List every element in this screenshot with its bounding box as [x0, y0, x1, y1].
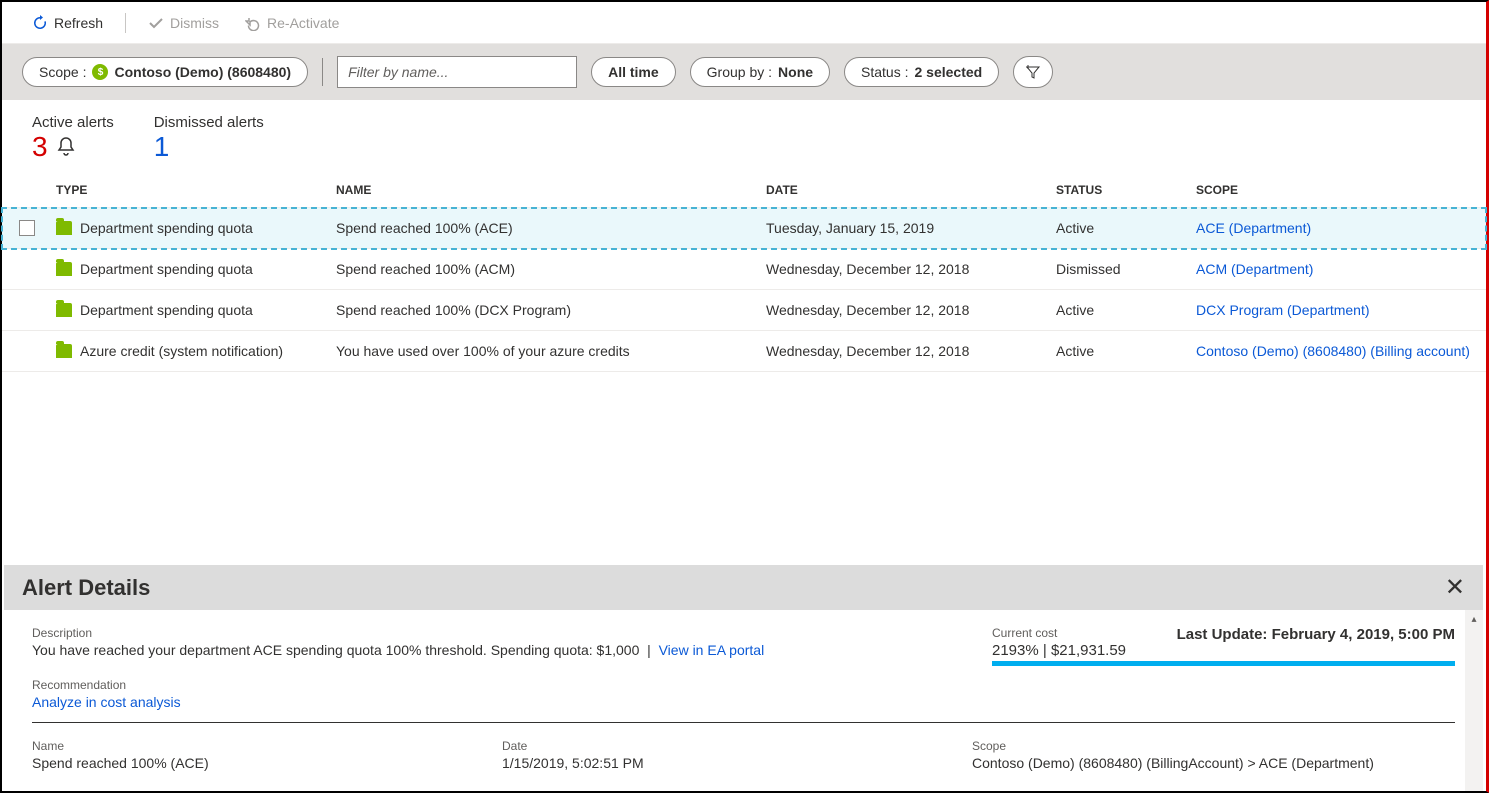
- command-bar: Refresh Dismiss Re-Activate: [2, 2, 1486, 44]
- status-label: Status :: [861, 64, 908, 80]
- refresh-label: Refresh: [54, 15, 103, 31]
- row-name: You have used over 100% of your azure cr…: [332, 343, 762, 359]
- groupby-value: None: [778, 64, 813, 80]
- scope-pill[interactable]: Scope : $ Contoso (Demo) (8608480): [22, 57, 308, 87]
- current-cost-value: 2193% | $21,931.59: [992, 642, 1126, 659]
- current-cost-label: Current cost: [992, 626, 1126, 640]
- description-label: Description: [32, 626, 952, 640]
- row-type: Department spending quota: [80, 220, 253, 236]
- col-scope[interactable]: SCOPE: [1192, 183, 1486, 197]
- row-name: Spend reached 100% (ACE): [332, 220, 762, 236]
- folder-icon: [56, 262, 72, 276]
- dismiss-label: Dismiss: [170, 15, 219, 31]
- row-type: Azure credit (system notification): [80, 343, 283, 359]
- reactivate-label: Re-Activate: [267, 15, 339, 31]
- timerange-pill[interactable]: All time: [591, 57, 676, 87]
- close-icon[interactable]: ✕: [1445, 573, 1465, 602]
- row-date: Wednesday, December 12, 2018: [762, 343, 1052, 359]
- row-name: Spend reached 100% (ACM): [332, 261, 762, 277]
- dismissed-alerts-counter[interactable]: Dismissed alerts 1: [154, 114, 264, 163]
- row-status: Active: [1052, 343, 1192, 359]
- toolbar-separator: [125, 13, 126, 33]
- detail-scope-value: Contoso (Demo) (8608480) (BillingAccount…: [972, 755, 1455, 771]
- table-row[interactable]: Department spending quota Spend reached …: [2, 249, 1486, 290]
- active-alerts-counter[interactable]: Active alerts 3: [32, 114, 114, 163]
- row-scope-link[interactable]: ACE (Department): [1192, 220, 1486, 236]
- row-date: Tuesday, January 15, 2019: [762, 220, 1052, 236]
- status-pill[interactable]: Status : 2 selected: [844, 57, 999, 87]
- description-text: You have reached your department ACE spe…: [32, 642, 952, 658]
- details-scrollbar[interactable]: ▴: [1465, 610, 1483, 791]
- add-filter-button[interactable]: [1013, 56, 1053, 88]
- details-title: Alert Details: [22, 575, 150, 601]
- reactivate-button[interactable]: Re-Activate: [235, 11, 349, 35]
- folder-icon: [56, 344, 72, 358]
- checkmark-icon: [148, 15, 164, 31]
- scope-icon: $: [92, 64, 108, 80]
- undo-icon: [245, 15, 261, 31]
- filter-name-input[interactable]: [337, 56, 577, 88]
- dismissed-alerts-label: Dismissed alerts: [154, 114, 264, 131]
- detail-scope-label: Scope: [972, 739, 1455, 753]
- col-date[interactable]: DATE: [762, 183, 1052, 197]
- dismissed-alerts-count: 1: [154, 131, 170, 163]
- table-row[interactable]: Department spending quota Spend reached …: [2, 208, 1486, 249]
- table-row[interactable]: Department spending quota Spend reached …: [2, 290, 1486, 331]
- detail-name-label: Name: [32, 739, 502, 753]
- col-name[interactable]: NAME: [332, 183, 762, 197]
- alerts-grid: TYPE NAME DATE STATUS SCOPE Department s…: [2, 173, 1486, 372]
- row-scope-link[interactable]: DCX Program (Department): [1192, 302, 1486, 318]
- row-status: Active: [1052, 220, 1192, 236]
- detail-date-label: Date: [502, 739, 972, 753]
- dismiss-button[interactable]: Dismiss: [138, 11, 229, 35]
- refresh-button[interactable]: Refresh: [22, 11, 113, 35]
- recommendation-label: Recommendation: [32, 678, 952, 692]
- folder-icon: [56, 221, 72, 235]
- groupby-pill[interactable]: Group by : None: [690, 57, 830, 87]
- scroll-up-arrow-icon[interactable]: ▴: [1465, 610, 1483, 628]
- scope-label: Scope :: [39, 64, 86, 80]
- add-filter-icon: [1024, 63, 1042, 81]
- table-row[interactable]: Azure credit (system notification) You h…: [2, 331, 1486, 372]
- alert-details-panel: Alert Details ✕ ▴ Description You have r…: [4, 565, 1483, 791]
- folder-icon: [56, 303, 72, 317]
- filter-bar: Scope : $ Contoso (Demo) (8608480) All t…: [2, 44, 1486, 100]
- details-divider: [32, 722, 1455, 723]
- col-status[interactable]: STATUS: [1052, 183, 1192, 197]
- active-alerts-count: 3: [32, 131, 48, 163]
- row-type: Department spending quota: [80, 261, 253, 277]
- bell-icon: [56, 136, 76, 158]
- details-header: Alert Details ✕: [4, 565, 1483, 610]
- row-type: Department spending quota: [80, 302, 253, 318]
- view-ea-portal-link[interactable]: View in EA portal: [659, 642, 765, 658]
- row-checkbox[interactable]: [19, 220, 35, 236]
- status-value: 2 selected: [915, 64, 983, 80]
- last-update: Last Update: February 4, 2019, 5:00 PM: [1177, 626, 1455, 643]
- groupby-label: Group by :: [707, 64, 772, 80]
- row-date: Wednesday, December 12, 2018: [762, 302, 1052, 318]
- row-status: Dismissed: [1052, 261, 1192, 277]
- row-status: Active: [1052, 302, 1192, 318]
- timerange-value: All time: [608, 64, 659, 80]
- refresh-icon: [32, 15, 48, 31]
- detail-name-value: Spend reached 100% (ACE): [32, 755, 502, 771]
- scope-value: Contoso (Demo) (8608480): [114, 64, 291, 80]
- filter-separator: [322, 58, 323, 86]
- col-type[interactable]: TYPE: [52, 183, 332, 197]
- row-name: Spend reached 100% (DCX Program): [332, 302, 762, 318]
- row-date: Wednesday, December 12, 2018: [762, 261, 1052, 277]
- analyze-cost-link[interactable]: Analyze in cost analysis: [32, 694, 952, 710]
- cost-progress-bar: [992, 661, 1455, 666]
- grid-header: TYPE NAME DATE STATUS SCOPE: [2, 173, 1486, 208]
- active-alerts-label: Active alerts: [32, 114, 114, 131]
- row-scope-link[interactable]: Contoso (Demo) (8608480) (Billing accoun…: [1192, 343, 1486, 359]
- alert-counters: Active alerts 3 Dismissed alerts 1: [2, 100, 1486, 173]
- row-scope-link[interactable]: ACM (Department): [1192, 261, 1486, 277]
- detail-date-value: 1/15/2019, 5:02:51 PM: [502, 755, 972, 771]
